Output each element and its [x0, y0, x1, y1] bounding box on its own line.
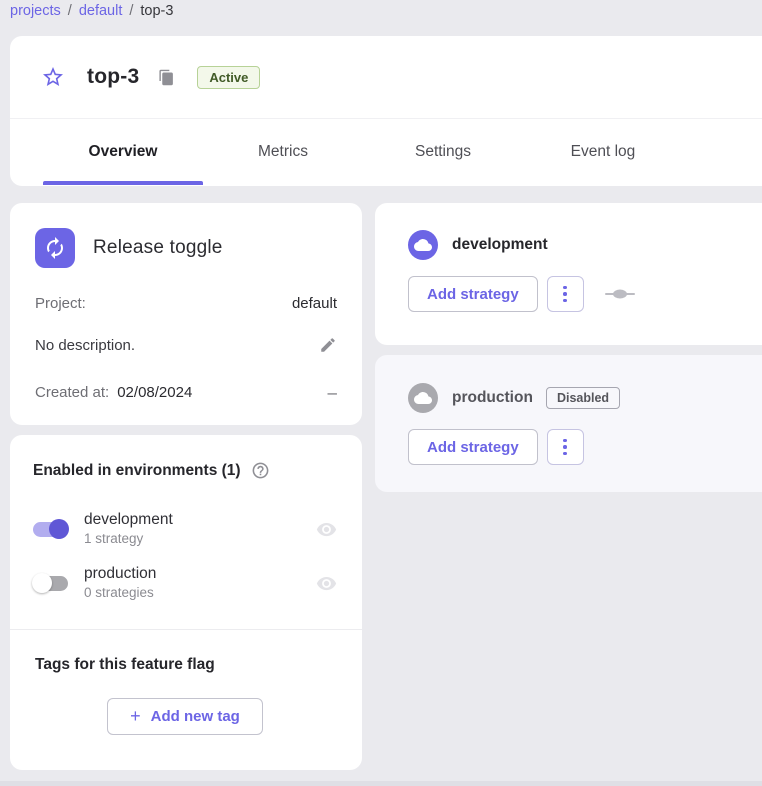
breadcrumb-separator: /: [68, 3, 72, 19]
accordion-env-name: development: [452, 236, 548, 254]
breadcrumb-current: top-3: [140, 3, 173, 19]
production-toggle[interactable]: [33, 576, 68, 591]
flag-type-label: Release toggle: [93, 237, 223, 259]
status-badge: Active: [197, 66, 260, 89]
add-new-tag-label: Add new tag: [151, 708, 240, 725]
more-actions-icon[interactable]: [547, 429, 584, 465]
strategy-connector-icon: [605, 289, 635, 299]
breadcrumb-separator: /: [129, 3, 133, 19]
env-strategy-count: 1 strategy: [84, 530, 316, 548]
help-icon[interactable]: [251, 461, 270, 480]
description-row: No description.: [35, 336, 337, 354]
project-value: default: [292, 295, 337, 312]
edit-description-icon[interactable]: [319, 336, 337, 354]
accordion-actions: Add strategy: [408, 429, 762, 465]
add-strategy-button[interactable]: Add strategy: [408, 429, 538, 465]
card-divider: [10, 629, 362, 630]
environment-accordion-production: production Disabled Add strategy: [375, 355, 762, 492]
env-name: production: [84, 564, 316, 584]
cloud-icon: [408, 230, 438, 260]
plus-icon: +: [130, 706, 141, 727]
tab-metrics[interactable]: Metrics: [203, 119, 363, 185]
tags-section-title: Tags for this feature flag: [35, 656, 337, 674]
development-toggle[interactable]: [33, 522, 68, 537]
tab-event-log[interactable]: Event log: [523, 119, 683, 185]
accordion-header[interactable]: development: [408, 230, 762, 260]
disabled-badge: Disabled: [546, 387, 620, 409]
environments-title-row: Enabled in environments (1): [33, 461, 337, 480]
breadcrumb-projects[interactable]: projects: [10, 3, 61, 19]
page-title: top-3: [87, 65, 139, 89]
description-text: No description.: [35, 337, 135, 354]
bottom-section-edge: [0, 781, 762, 786]
page: projects / default / top-3 top-3 Active …: [0, 0, 762, 786]
flag-details-card: Release toggle Project: default No descr…: [10, 203, 362, 425]
created-label: Created at:: [35, 384, 109, 401]
env-name: development: [84, 510, 316, 530]
feature-header-row: top-3 Active: [10, 36, 762, 119]
tab-settings[interactable]: Settings: [363, 119, 523, 185]
accordion-env-name: production: [452, 389, 533, 407]
add-strategy-button[interactable]: Add strategy: [408, 276, 538, 312]
tab-bar: Overview Metrics Settings Event log: [10, 119, 762, 185]
eye-icon: [316, 573, 337, 594]
accordion-actions: Add strategy: [408, 276, 762, 312]
flag-type-row: Release toggle: [35, 228, 337, 268]
created-row: Created at: 02/08/2024 –: [35, 384, 337, 401]
project-label: Project:: [35, 295, 86, 312]
created-value: 02/08/2024: [117, 384, 192, 401]
more-actions-icon[interactable]: [547, 276, 584, 312]
project-row: Project: default: [35, 295, 337, 312]
environments-title: Enabled in environments (1): [33, 462, 241, 480]
env-strategy-count: 0 strategies: [84, 584, 316, 602]
environment-accordion-development: development Add strategy: [375, 203, 762, 345]
env-row-production: production 0 strategies: [33, 564, 337, 602]
copy-name-icon[interactable]: [158, 69, 175, 86]
overview-left-column: Release toggle Project: default No descr…: [10, 203, 362, 770]
breadcrumb: projects / default / top-3: [10, 3, 173, 19]
eye-icon: [316, 519, 337, 540]
breadcrumb-default[interactable]: default: [79, 3, 123, 19]
env-row-development: development 1 strategy: [33, 510, 337, 548]
collapse-card-icon[interactable]: –: [328, 388, 337, 398]
add-new-tag-button[interactable]: + Add new tag: [107, 698, 263, 735]
tab-overview[interactable]: Overview: [43, 119, 203, 185]
release-toggle-icon: [35, 228, 75, 268]
favorite-star-icon[interactable]: [40, 64, 66, 90]
environments-card: Enabled in environments (1) development …: [10, 435, 362, 770]
accordion-header[interactable]: production Disabled: [408, 383, 762, 413]
cloud-icon: [408, 383, 438, 413]
feature-header-card: top-3 Active Overview Metrics Settings E…: [10, 36, 762, 186]
overview-right-column: development Add strategy production Disa…: [375, 203, 762, 492]
